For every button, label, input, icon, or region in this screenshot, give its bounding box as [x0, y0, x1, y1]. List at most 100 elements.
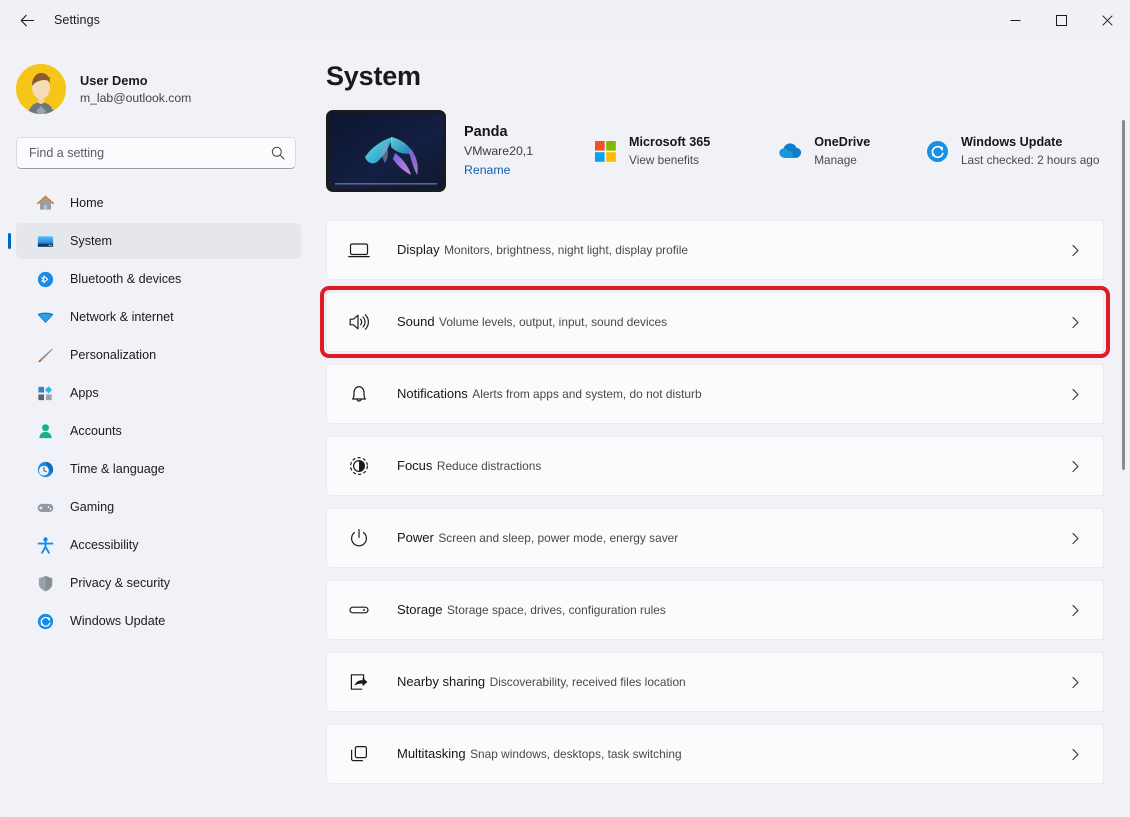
- multitasking-icon: [343, 738, 375, 770]
- account-name: User Demo: [80, 72, 148, 88]
- gamepad-icon: [35, 497, 55, 517]
- settings-row-subtitle: Screen and sleep, power mode, energy sav…: [438, 531, 679, 545]
- sidebar-item-label: Home: [70, 196, 104, 210]
- maximize-button[interactable]: [1038, 0, 1084, 40]
- sidebar-item-personalization[interactable]: Personalization: [16, 337, 301, 373]
- settings-list: Display Monitors, brightness, night ligh…: [320, 220, 1110, 784]
- chevron-right-icon: [1065, 456, 1085, 476]
- system-icon: [35, 231, 55, 251]
- device-thumbnail: [326, 110, 446, 192]
- quick-link-subtitle: View benefits: [629, 153, 699, 167]
- settings-row-text: Storage Storage space, drives, configura…: [397, 601, 1065, 619]
- settings-row-title: Display: [397, 242, 440, 257]
- quick-link-title: Windows Update: [961, 135, 1063, 149]
- sidebar-item-label: Time & language: [70, 462, 165, 476]
- chevron-right-icon: [1065, 240, 1085, 260]
- search-input[interactable]: [29, 146, 271, 160]
- nearby-sharing-icon: [343, 666, 375, 698]
- back-button[interactable]: [10, 5, 44, 35]
- account-email: m_lab@outlook.com: [80, 90, 192, 105]
- update-icon: [35, 611, 55, 631]
- avatar: [16, 64, 66, 114]
- quick-link-windows-update[interactable]: Windows Update Last checked: 2 hours ago: [925, 133, 1130, 169]
- chevron-right-icon: [1065, 672, 1085, 692]
- quick-link-title: Microsoft 365: [629, 135, 711, 149]
- sidebar-item-apps[interactable]: Apps: [16, 375, 301, 411]
- sidebar-item-home[interactable]: Home: [16, 185, 301, 221]
- chevron-right-icon: [1065, 600, 1085, 620]
- sidebar-item-accessibility[interactable]: Accessibility: [16, 527, 301, 563]
- settings-row-title: Multitasking: [397, 746, 466, 761]
- maximize-icon: [1055, 14, 1067, 26]
- quick-link-onedrive[interactable]: OneDrive Manage: [778, 133, 880, 169]
- settings-row-subtitle: Storage space, drives, configuration rul…: [447, 603, 666, 617]
- sidebar-item-privacy-security[interactable]: Privacy & security: [16, 565, 301, 601]
- microsoft-365-icon: [593, 139, 617, 163]
- settings-row-title: Nearby sharing: [397, 674, 486, 689]
- sidebar-item-label: Personalization: [70, 348, 157, 362]
- quick-link-microsoft-365[interactable]: Microsoft 365 View benefits: [593, 133, 733, 169]
- sidebar-item-time-language[interactable]: Time & language: [16, 451, 301, 487]
- close-button[interactable]: [1084, 0, 1130, 40]
- settings-row-power[interactable]: Power Screen and sleep, power mode, ener…: [326, 508, 1104, 568]
- device-info: Panda VMware20,1 Rename: [464, 122, 533, 180]
- brush-icon: [35, 345, 55, 365]
- sidebar-item-label: Accounts: [70, 424, 122, 438]
- device-header: Panda VMware20,1 Rename Microsoft 365 Vi…: [326, 110, 1130, 192]
- display-icon: [343, 234, 375, 266]
- device-name: Panda: [464, 124, 508, 140]
- storage-icon: [343, 594, 375, 626]
- search-box[interactable]: [16, 137, 296, 169]
- account-section[interactable]: User Demo m_lab@outlook.com: [0, 52, 312, 122]
- close-icon: [1101, 14, 1113, 26]
- settings-row-sound[interactable]: Sound Volume levels, output, input, soun…: [320, 286, 1110, 358]
- chevron-right-icon: [1065, 384, 1085, 404]
- settings-row-storage[interactable]: Storage Storage space, drives, configura…: [326, 580, 1104, 640]
- settings-row-text: Nearby sharing Discoverability, received…: [397, 673, 1065, 691]
- settings-row-focus[interactable]: Focus Reduce distractions: [326, 436, 1104, 496]
- search-icon: [271, 146, 285, 160]
- content-scrollbar[interactable]: [1122, 120, 1125, 817]
- sidebar-item-network-internet[interactable]: Network & internet: [16, 299, 301, 335]
- chevron-right-icon: [1065, 528, 1085, 548]
- settings-row-text: Power Screen and sleep, power mode, ener…: [397, 529, 1065, 547]
- sidebar-item-label: Apps: [70, 386, 99, 400]
- window-title: Settings: [54, 13, 100, 27]
- sidebar-item-label: Privacy & security: [70, 576, 171, 590]
- settings-row-subtitle: Reduce distractions: [436, 459, 542, 473]
- sidebar-item-accounts[interactable]: Accounts: [16, 413, 301, 449]
- sidebar-item-windows-update[interactable]: Windows Update: [16, 603, 301, 639]
- settings-row-multitasking[interactable]: Multitasking Snap windows, desktops, tas…: [326, 724, 1104, 784]
- quick-link-subtitle: Manage: [814, 153, 857, 167]
- caption-buttons: [992, 0, 1130, 40]
- bluetooth-icon: [35, 269, 55, 289]
- back-arrow-icon: [20, 14, 34, 26]
- minimize-button[interactable]: [992, 0, 1038, 40]
- settings-row-text: Display Monitors, brightness, night ligh…: [397, 241, 1065, 259]
- rename-link[interactable]: Rename: [464, 161, 510, 180]
- chevron-right-icon: [1065, 312, 1085, 332]
- sidebar-item-gaming[interactable]: Gaming: [16, 489, 301, 525]
- quick-link-text: OneDrive Manage: [814, 133, 880, 169]
- settings-row-notifications[interactable]: Notifications Alerts from apps and syste…: [326, 364, 1104, 424]
- settings-row-text: Multitasking Snap windows, desktops, tas…: [397, 745, 1065, 763]
- accessibility-icon: [35, 535, 55, 555]
- power-icon: [343, 522, 375, 554]
- user-avatar-icon: [16, 64, 66, 114]
- settings-row-text: Notifications Alerts from apps and syste…: [397, 385, 1065, 403]
- settings-row-nearby-sharing[interactable]: Nearby sharing Discoverability, received…: [326, 652, 1104, 712]
- settings-row-display[interactable]: Display Monitors, brightness, night ligh…: [326, 220, 1104, 280]
- settings-row-title: Sound: [397, 314, 435, 329]
- home-icon: [35, 193, 55, 213]
- onedrive-icon: [778, 139, 802, 163]
- sidebar-item-label: Accessibility: [70, 538, 139, 552]
- device-model: VMware20,1: [464, 144, 534, 158]
- sidebar-item-bluetooth-devices[interactable]: Bluetooth & devices: [16, 261, 301, 297]
- quick-link-title: OneDrive: [814, 135, 871, 149]
- scrollbar-thumb[interactable]: [1122, 120, 1125, 470]
- settings-row-subtitle: Alerts from apps and system, do not dist…: [472, 387, 702, 401]
- sidebar-item-system[interactable]: System: [16, 223, 301, 259]
- shield-icon: [35, 573, 55, 593]
- settings-row-title: Focus: [397, 458, 433, 473]
- settings-row-subtitle: Discoverability, received files location: [489, 675, 686, 689]
